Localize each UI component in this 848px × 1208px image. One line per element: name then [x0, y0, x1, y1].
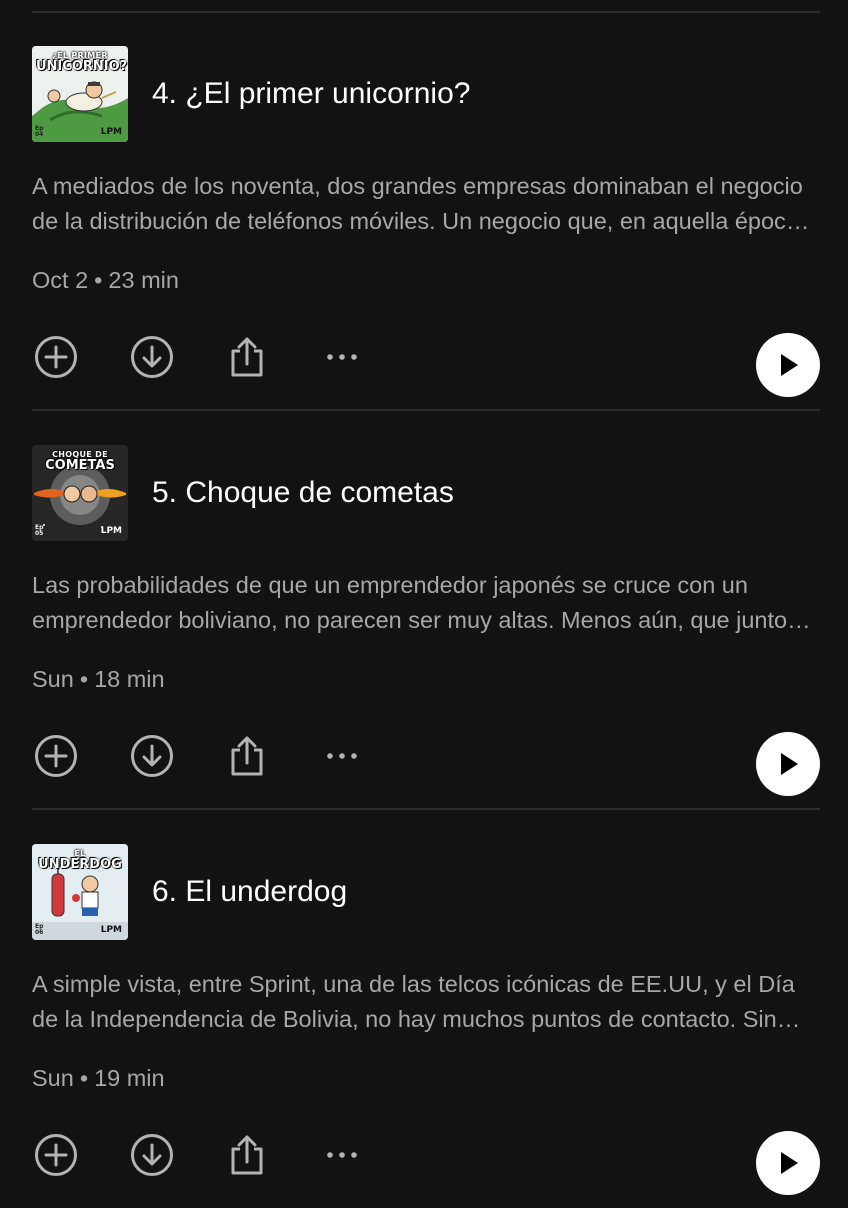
episode-title[interactable]: 5. Choque de cometas — [152, 475, 454, 511]
download-button[interactable] — [128, 333, 176, 381]
download-circle-icon — [131, 735, 173, 777]
cover-title: ¿EL PRIMER UNICORNIO? — [36, 52, 128, 74]
cover-title-line2: COMETAS — [45, 458, 115, 473]
episode-description: Las probabilidades de que un emprendedor… — [32, 572, 799, 633]
add-to-library-button[interactable] — [32, 333, 80, 381]
meta-separator: • — [79, 1065, 89, 1091]
more-options-button[interactable] — [318, 333, 366, 381]
plus-circle-icon — [35, 336, 77, 378]
episode-description: A mediados de los noventa, dos grandes e… — [32, 173, 806, 234]
share-button[interactable] — [223, 333, 271, 381]
more-horizontal-icon — [327, 354, 357, 360]
more-horizontal-icon — [327, 1152, 357, 1158]
episode-title[interactable]: 4. ¿El primer unicornio? — [152, 76, 470, 112]
plus-circle-icon — [35, 735, 77, 777]
download-button[interactable] — [128, 732, 176, 780]
cover-title-line2: UNDERDOG — [38, 857, 122, 872]
play-icon — [781, 354, 798, 376]
plus-circle-icon — [35, 1134, 77, 1176]
episode-cover: EL UNDERDOG Ep 06 LPM — [32, 844, 128, 940]
play-icon — [781, 753, 798, 775]
episode-duration: 19 min — [94, 1065, 165, 1091]
cover-logo: LPM — [100, 127, 122, 137]
episode-description: A simple vista, entre Sprint, una de las… — [32, 971, 795, 1032]
cover-title: CHOQUE DE COMETAS — [36, 451, 124, 473]
cover-ep-number: 05 — [35, 530, 44, 537]
play-button[interactable] — [756, 1131, 820, 1195]
share-button[interactable] — [223, 1131, 271, 1179]
cover-episode-number: Ep 06 — [35, 924, 43, 936]
episode-duration: 18 min — [94, 666, 165, 692]
episode-date: Sun — [32, 666, 74, 692]
cover-title-line2: UNICORNIO? — [36, 59, 128, 74]
add-to-library-button[interactable] — [32, 1131, 80, 1179]
episode-meta: Oct 2 • 23 min — [32, 265, 179, 295]
episode-item[interactable]: CHOQUE DE COMETAS Ep 05 LPM 5. Choque de… — [0, 411, 848, 809]
play-button[interactable] — [756, 333, 820, 397]
more-options-button[interactable] — [318, 732, 366, 780]
cover-episode-number: Ep 05 — [35, 525, 43, 537]
share-icon — [231, 736, 263, 776]
add-to-library-button[interactable] — [32, 732, 80, 780]
cover-logo: LPM — [100, 526, 122, 536]
play-icon — [781, 1152, 798, 1174]
share-icon — [231, 337, 263, 377]
play-button[interactable] — [756, 732, 820, 796]
cover-ep-number: 06 — [35, 929, 44, 936]
episode-meta: Sun • 18 min — [32, 664, 165, 694]
more-horizontal-icon — [327, 753, 357, 759]
episode-meta: Sun • 19 min — [32, 1063, 165, 1093]
cover-episode-number: Ep 04 — [35, 126, 43, 138]
episode-title[interactable]: 6. El underdog — [152, 874, 347, 910]
cover-ep-number: 04 — [35, 131, 44, 138]
episode-cover: ¿EL PRIMER UNICORNIO? Ep 04 LPM — [32, 46, 128, 142]
episode-cover: CHOQUE DE COMETAS Ep 05 LPM — [32, 445, 128, 541]
cover-logo: LPM — [100, 925, 122, 935]
more-options-button[interactable] — [318, 1131, 366, 1179]
share-button[interactable] — [223, 732, 271, 780]
episode-item[interactable]: ¿EL PRIMER UNICORNIO? Ep 04 LPM 4. ¿El p… — [0, 12, 848, 410]
episode-duration: 23 min — [108, 267, 179, 293]
episode-date: Oct 2 — [32, 267, 89, 293]
meta-separator: • — [79, 666, 89, 692]
episode-date: Sun — [32, 1065, 74, 1091]
download-circle-icon — [131, 336, 173, 378]
meta-separator: • — [94, 267, 103, 293]
download-button[interactable] — [128, 1131, 176, 1179]
download-circle-icon — [131, 1134, 173, 1176]
cover-title: EL UNDERDOG — [36, 850, 124, 872]
share-icon — [231, 1135, 263, 1175]
episode-item[interactable]: EL UNDERDOG Ep 06 LPM 6. El underdog A s… — [0, 810, 848, 1208]
